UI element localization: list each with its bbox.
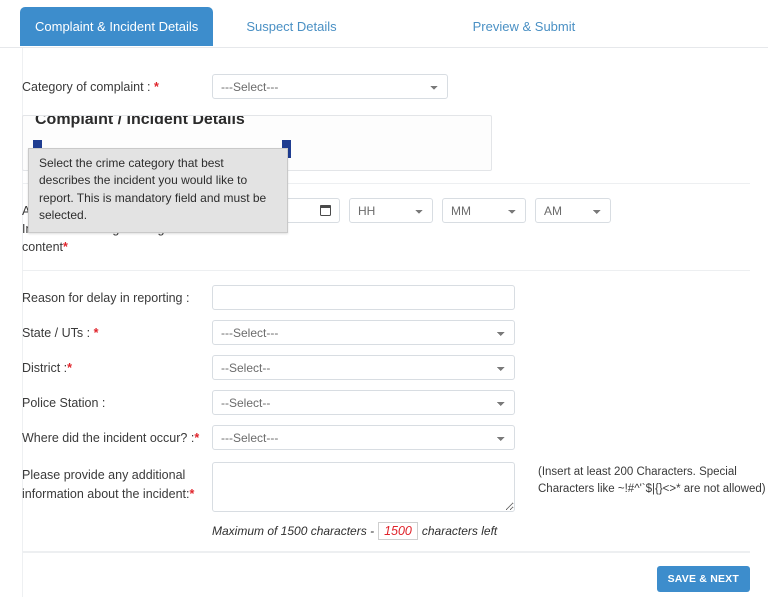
row-police-station: Police Station : --Select-- xyxy=(22,384,750,419)
required-asterisk: * xyxy=(63,240,68,255)
character-counter-prefix: Maximum of 1500 characters - xyxy=(212,524,375,539)
tab-bar: Complaint & Incident Details Suspect Det… xyxy=(0,0,768,48)
district-label-text: District : xyxy=(22,361,68,376)
required-asterisk: * xyxy=(154,80,159,94)
form-footer: SAVE & NEXT xyxy=(22,552,750,593)
additional-information-hint: (Insert at least 200 Characters. Special… xyxy=(538,466,766,496)
reason-for-delay-label: Reason for delay in reporting : xyxy=(22,291,190,306)
additional-information-label: Please provide any additional informatio… xyxy=(22,462,212,502)
tab-complaint-incident-details[interactable]: Complaint & Incident Details xyxy=(21,8,213,45)
category-of-complaint-tooltip: Select the crime category that best desc… xyxy=(28,148,288,233)
row-reason-for-delay: Reason for delay in reporting : xyxy=(22,271,750,314)
incident-minute-select[interactable]: MM xyxy=(442,198,526,223)
reason-for-delay-input[interactable] xyxy=(212,285,515,311)
category-of-complaint-select[interactable]: ---Select--- xyxy=(212,74,448,99)
additional-information-label-line1: Please provide any additional xyxy=(22,468,186,483)
required-asterisk: * xyxy=(194,431,200,446)
panel-title: Complaint / Incident Details xyxy=(35,115,245,128)
police-station-select[interactable]: --Select-- xyxy=(212,390,515,416)
additional-information-label-line2: information about the incident: xyxy=(22,486,190,501)
required-asterisk: * xyxy=(67,361,73,376)
approximate-date-time-label-line3: content xyxy=(22,240,64,255)
character-counter-suffix: characters left xyxy=(421,524,498,539)
row-additional-information: Please provide any additional informatio… xyxy=(22,456,766,553)
incident-hour-select[interactable]: HH xyxy=(349,198,433,223)
incident-location-label: Where did the incident occur? :* xyxy=(22,425,212,447)
row-district: District :* --Select-- xyxy=(22,349,750,384)
required-asterisk: * xyxy=(93,326,99,341)
state-uts-select[interactable]: ---Select--- xyxy=(212,320,515,346)
state-uts-label: State / UTs : * xyxy=(22,320,212,342)
row-category-of-complaint: Category of complaint : * ---Select--- xyxy=(22,48,750,105)
character-counter: Maximum of 1500 characters - 1500 charac… xyxy=(212,522,515,541)
complaint-form: Category of complaint : * ---Select--- C… xyxy=(0,48,768,553)
district-label: District :* xyxy=(22,355,212,377)
tab-preview-submit[interactable]: Preview & Submit xyxy=(473,8,576,33)
category-of-complaint-label-text: Category of complaint : xyxy=(22,80,155,94)
save-and-next-button[interactable]: SAVE & NEXT xyxy=(656,566,750,593)
row-incident-location: Where did the incident occur? :* ---Sele… xyxy=(22,419,750,456)
incident-meridiem-select[interactable]: AM xyxy=(535,198,611,223)
row-state-uts: State / UTs : * ---Select--- xyxy=(22,314,750,349)
character-counter-value: 1500 xyxy=(378,522,418,541)
required-asterisk: * xyxy=(189,486,195,501)
incident-location-select[interactable]: ---Select--- xyxy=(212,425,515,451)
tab-suspect-details[interactable]: Suspect Details xyxy=(246,8,336,33)
incident-location-label-text: Where did the incident occur? : xyxy=(22,431,195,446)
additional-information-textarea[interactable] xyxy=(212,462,515,513)
state-uts-label-text: State / UTs : xyxy=(22,326,94,341)
category-of-complaint-label: Category of complaint : * xyxy=(22,74,212,96)
police-station-label: Police Station : xyxy=(22,396,106,411)
district-select[interactable]: --Select-- xyxy=(212,355,515,381)
calendar-icon[interactable] xyxy=(319,204,332,216)
